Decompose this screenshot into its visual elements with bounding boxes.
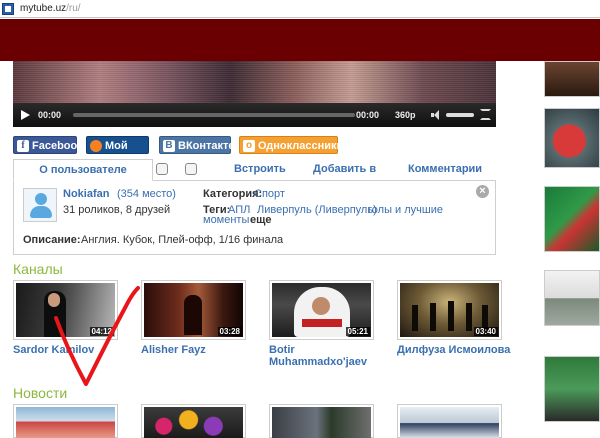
quality-button[interactable]: 360p	[395, 110, 416, 120]
share-moimir-button[interactable]: Мой мир	[86, 136, 149, 170]
category-link[interactable]: Спорт	[254, 188, 285, 200]
like-icon[interactable]	[156, 163, 168, 175]
tab-embed[interactable]: Встроить	[234, 163, 286, 175]
total-time: 00:00	[356, 110, 380, 120]
news-thumbnail[interactable]	[141, 404, 246, 438]
tab-about[interactable]: О пользователе	[13, 159, 153, 181]
channels-heading: Каналы	[13, 261, 63, 277]
current-time: 00:00	[38, 110, 62, 120]
channel-title-link[interactable]: Botir Muhammadxo'jaev	[269, 344, 379, 368]
channel-thumbnail[interactable]: 03:28	[141, 280, 246, 340]
channel-thumbnail[interactable]: 04:12	[13, 280, 118, 340]
tag-link[interactable]: голы и лучшие	[368, 204, 443, 216]
user-stats: 31 роликов, 8 друзей	[63, 204, 171, 216]
channel-title-link[interactable]: Sardor Kamilov	[13, 344, 94, 356]
play-icon[interactable]	[21, 110, 30, 120]
site-header-banner	[0, 19, 600, 61]
tag-link[interactable]: Ливерпуль (Ливерпуль)	[257, 204, 377, 216]
sidebar-video-thumbnail[interactable]	[544, 61, 600, 97]
share-ok-button[interactable]: о Одноклассники	[239, 136, 343, 154]
player-controls: 00:00 00:00 360p	[13, 103, 496, 127]
moimir-icon	[90, 140, 102, 152]
share-vk-button[interactable]: В ВКонтакте	[159, 136, 235, 154]
description-text: Англия. Кубок, Плей-офф, 1/16 финала	[81, 234, 284, 246]
more-tags-link[interactable]: еще	[250, 214, 272, 226]
address-bar[interactable]: mytube.uz/ru/	[0, 0, 600, 18]
news-thumbnail[interactable]	[13, 404, 118, 438]
video-duration: 03:28	[217, 327, 242, 336]
news-heading: Новости	[13, 385, 68, 401]
close-icon[interactable]: ×	[476, 185, 489, 198]
sidebar-video-thumbnail[interactable]	[544, 108, 600, 168]
channel-thumbnail[interactable]: 05:21	[269, 280, 374, 340]
sidebar-video-thumbnail[interactable]	[544, 186, 600, 252]
video-frame[interactable]	[13, 61, 496, 103]
user-rank-link[interactable]: (354 место)	[117, 188, 176, 200]
channel-title-link[interactable]: Дилфуза Исмоилова	[397, 344, 510, 356]
url-text[interactable]: mytube.uz/ru/	[20, 3, 81, 14]
sidebar-video-thumbnail[interactable]	[544, 356, 600, 422]
description-label: Описание:	[23, 234, 81, 246]
video-duration: 03:40	[473, 327, 498, 336]
volume-icon[interactable]	[431, 110, 441, 120]
dislike-icon[interactable]	[185, 163, 197, 175]
fullscreen-icon[interactable]	[480, 109, 491, 120]
sidebar-video-thumbnail[interactable]	[544, 270, 600, 326]
vk-icon: В	[163, 140, 175, 152]
share-facebook-button[interactable]: f Facebook	[13, 136, 83, 154]
video-tabs: О пользователе Встроить Добавить в Комме…	[13, 159, 496, 181]
facebook-icon: f	[17, 140, 29, 152]
odnoklassniki-icon: о	[243, 140, 255, 152]
channel-title-link[interactable]: Alisher Fayz	[141, 344, 206, 356]
tag-link[interactable]: моменты	[203, 214, 249, 226]
video-duration: 04:12	[89, 327, 114, 336]
site-favicon-icon	[2, 3, 14, 15]
tab-comments[interactable]: Комментарии	[408, 163, 482, 175]
seek-bar[interactable]	[73, 113, 355, 117]
channel-thumbnail[interactable]: 03:40	[397, 280, 502, 340]
user-name-link[interactable]: Nokiafan	[63, 188, 109, 200]
volume-slider[interactable]	[446, 113, 474, 117]
video-player[interactable]: 00:00 00:00 360p	[13, 61, 496, 127]
tab-add-to[interactable]: Добавить в	[313, 163, 376, 175]
avatar[interactable]	[23, 188, 57, 222]
news-thumbnail[interactable]	[269, 404, 374, 438]
user-info-panel: Nokiafan (354 место) 31 роликов, 8 друзе…	[13, 181, 496, 255]
video-duration: 05:21	[345, 327, 370, 336]
news-thumbnail[interactable]	[397, 404, 502, 438]
